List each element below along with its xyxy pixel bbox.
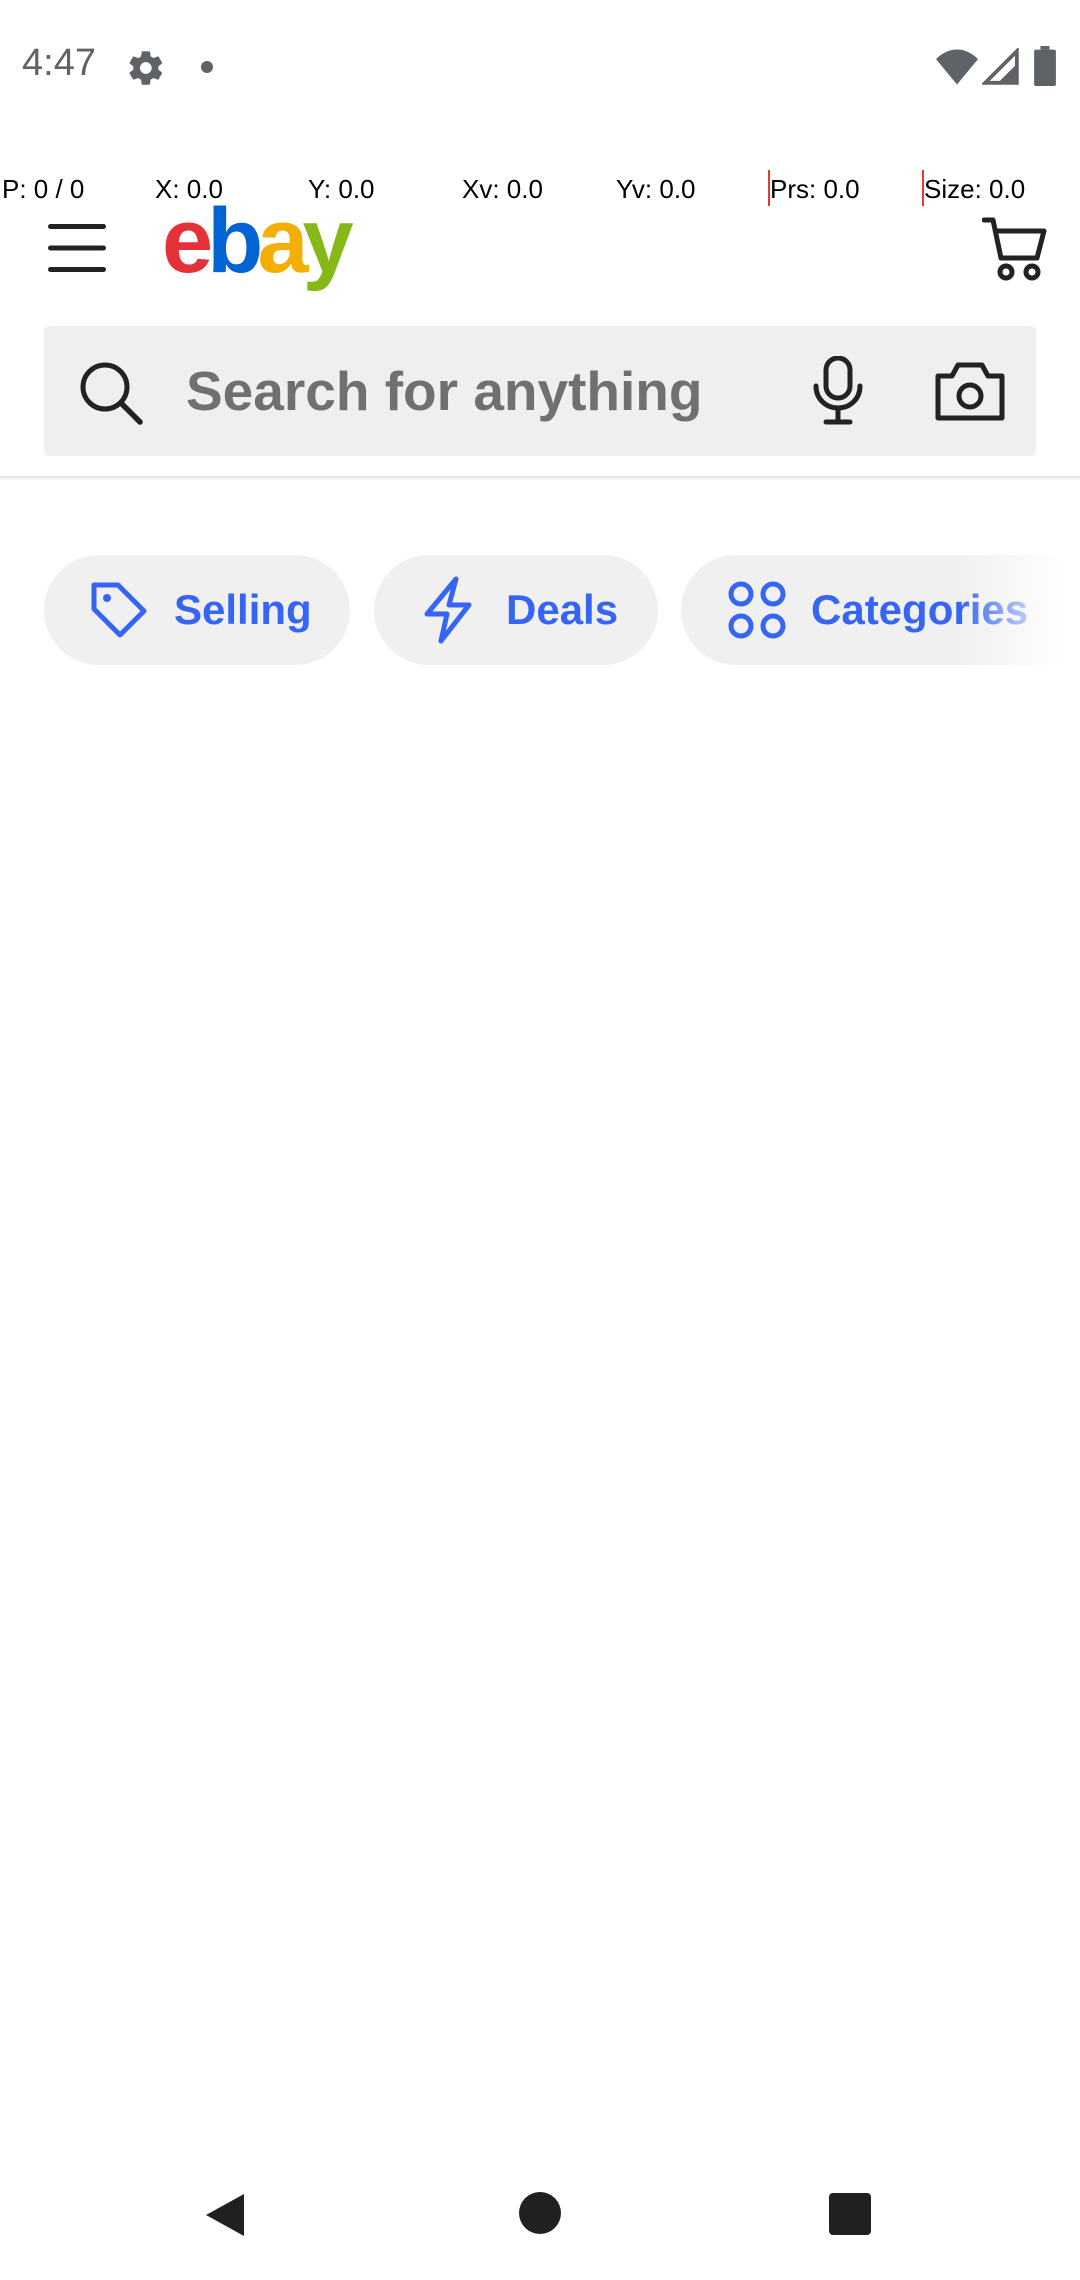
search-icon[interactable] <box>78 360 144 426</box>
shopping-cart-icon[interactable] <box>982 214 1050 282</box>
screen: 4:47 P: 0 / 0 X: 0.0 Y: 0.0 Xv: 0.0 Yv: … <box>0 0 1080 2280</box>
settings-gear-icon <box>129 51 163 85</box>
debug-size: Size: 0.0 <box>924 174 1026 204</box>
status-time: 4:47 <box>22 42 96 84</box>
categories-label: Categories <box>811 586 1029 633</box>
categories-button[interactable]: Categories <box>681 555 1080 665</box>
grid-circles-icon <box>728 581 786 639</box>
svg-text:ebay: ebay <box>162 200 354 292</box>
status-bar: 4:47 <box>0 0 1080 130</box>
hamburger-menu-icon[interactable] <box>48 222 106 274</box>
deals-label: Deals <box>506 586 619 633</box>
search-bar[interactable]: Search for anything <box>44 326 1036 456</box>
notification-dot-icon <box>201 61 213 73</box>
selling-label: Selling <box>174 586 312 633</box>
debug-pressure: Prs: 0.0 <box>770 174 860 204</box>
debug-yv: Yv: 0.0 <box>616 174 696 204</box>
ebay-logo[interactable]: ebay <box>162 200 372 300</box>
microphone-icon[interactable] <box>810 356 866 426</box>
back-triangle-icon[interactable] <box>204 2192 246 2238</box>
deals-button[interactable]: Deals <box>374 555 658 665</box>
camera-icon[interactable] <box>934 360 1006 422</box>
recents-square-icon[interactable] <box>829 2193 871 2235</box>
search-input[interactable]: Search for anything <box>186 360 702 422</box>
home-circle-icon[interactable] <box>519 2192 561 2234</box>
cell-signal-icon <box>982 48 1019 85</box>
logo-letter-b: b <box>207 200 260 292</box>
lightning-bolt-icon <box>424 576 472 644</box>
logo-letter-y: y <box>303 200 354 292</box>
debug-xv: Xv: 0.0 <box>462 174 543 204</box>
header-divider <box>0 476 1080 480</box>
logo-letter-e: e <box>162 200 211 292</box>
wifi-icon <box>936 49 978 85</box>
navigation-bar <box>0 2150 1080 2280</box>
battery-icon <box>1034 46 1056 86</box>
tag-icon <box>91 582 147 638</box>
selling-button[interactable]: Selling <box>44 555 350 665</box>
debug-pointer: P: 0 / 0 <box>2 174 85 204</box>
